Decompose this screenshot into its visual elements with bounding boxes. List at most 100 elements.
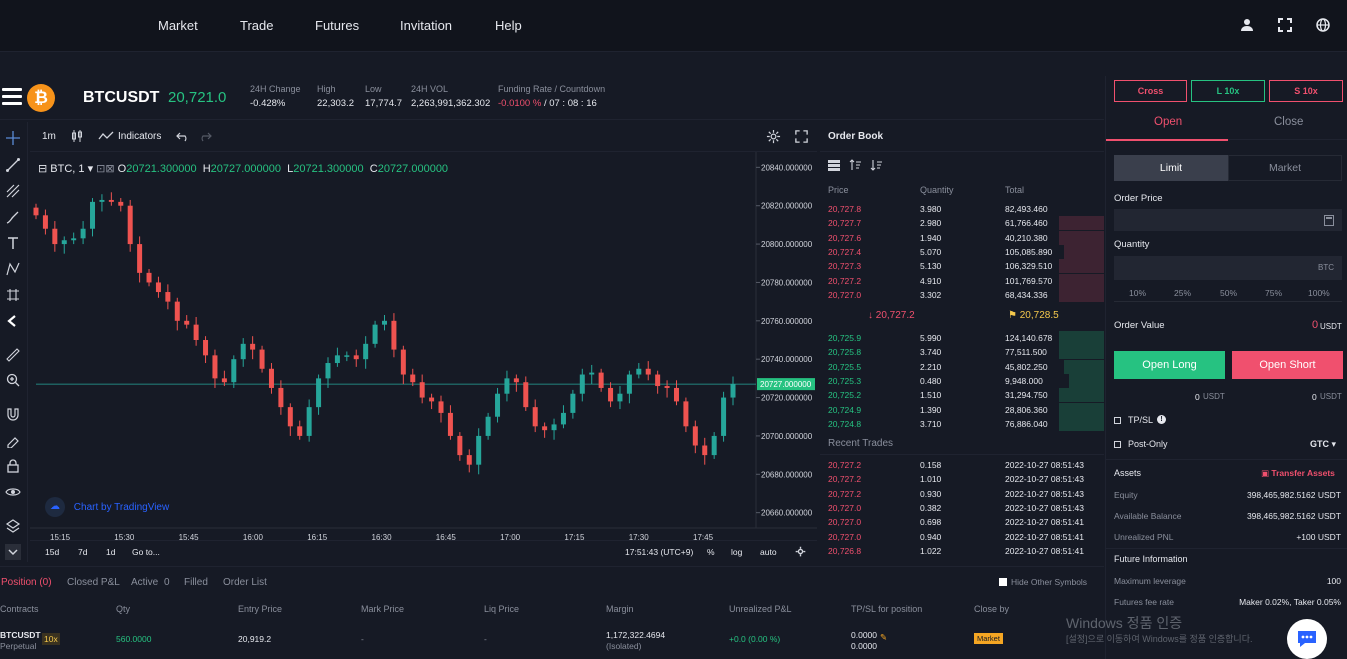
redo-icon[interactable]	[198, 129, 212, 143]
trade-row[interactable]: 20,727.2 1.010 2022-10-27 08:51:43	[820, 472, 1104, 486]
candle-body[interactable]	[118, 201, 124, 206]
edit-tpsl-icon[interactable]: ✎	[880, 632, 887, 643]
margin-mode-button[interactable]: Cross	[1114, 80, 1187, 102]
settings-gear-icon[interactable]	[766, 129, 781, 144]
brush-icon[interactable]	[5, 209, 21, 225]
candle-body[interactable]	[137, 244, 143, 273]
tradingview-brand[interactable]: ☁ Chart by TradingView	[45, 497, 169, 517]
candle-body[interactable]	[532, 407, 538, 427]
price-chart[interactable]: 1m Indicators 20840.000000 20820.000000 20…	[30, 122, 817, 562]
candle-body[interactable]	[551, 424, 557, 431]
candle-body[interactable]	[42, 215, 48, 229]
calculator-icon[interactable]	[1324, 215, 1334, 226]
fullscreen-icon[interactable]	[794, 129, 809, 144]
candle-body[interactable]	[184, 320, 190, 325]
short-leverage-button[interactable]: S 10x	[1269, 80, 1343, 102]
trendline-icon[interactable]	[5, 157, 21, 173]
hide-other-checkbox[interactable]	[999, 578, 1007, 586]
candle-body[interactable]	[429, 397, 435, 402]
candle-body[interactable]	[363, 343, 369, 360]
trade-row[interactable]: 20,726.8 1.022 2022-10-27 08:51:41	[820, 544, 1104, 558]
book-bids-icon[interactable]	[870, 159, 882, 171]
range-15d[interactable]: 15d	[45, 547, 59, 557]
candle-body[interactable]	[495, 393, 501, 417]
ask-row[interactable]: 20,727.0 3.302 68,434.336	[820, 287, 1104, 302]
close-by-market-button[interactable]: Market	[974, 633, 1003, 644]
candle-body[interactable]	[438, 401, 444, 413]
tab-order-list[interactable]: Order List	[223, 577, 267, 588]
ask-row[interactable]: 20,727.7 2.980 61,766.460	[820, 216, 1104, 231]
undo-icon[interactable]	[176, 129, 190, 143]
trade-row[interactable]: 20,727.2 0.930 2022-10-27 08:51:43	[820, 487, 1104, 501]
text-icon[interactable]	[5, 235, 21, 251]
candle-body[interactable]	[165, 292, 171, 302]
candle-body[interactable]	[268, 368, 274, 388]
candle-body[interactable]	[259, 349, 265, 369]
candle-body[interactable]	[419, 382, 425, 398]
candle-body[interactable]	[664, 386, 670, 388]
candle-body[interactable]	[645, 368, 651, 375]
pct-50[interactable]: 50%	[1220, 288, 1237, 298]
ruler-icon[interactable]	[5, 347, 21, 363]
candle-body[interactable]	[504, 378, 510, 394]
auto-scale[interactable]: auto	[760, 547, 777, 557]
candle-body[interactable]	[71, 238, 77, 241]
candle-body[interactable]	[513, 378, 519, 383]
candle-body[interactable]	[61, 240, 67, 245]
book-asks-icon[interactable]	[849, 159, 861, 171]
bid-row[interactable]: 20,725.3 0.480 9,948.000	[820, 373, 1104, 388]
chat-button[interactable]	[1287, 619, 1327, 659]
ask-row[interactable]: 20,727.3 5.130 106,329.510	[820, 259, 1104, 274]
log-scale[interactable]: log	[731, 547, 742, 557]
transfer-assets-link[interactable]: ▣ Transfer Assets	[1261, 468, 1335, 479]
candle-body[interactable]	[617, 393, 623, 402]
time-in-force-select[interactable]: GTC ▾	[1310, 439, 1336, 450]
candle-body[interactable]	[240, 343, 246, 360]
trade-row[interactable]: 20,727.0 0.698 2022-10-27 08:51:41	[820, 515, 1104, 529]
candle-body[interactable]	[80, 228, 86, 239]
candle-body[interactable]	[683, 401, 689, 427]
candle-body[interactable]	[400, 349, 406, 375]
book-both-icon[interactable]	[828, 160, 840, 171]
menu-icon[interactable]	[2, 88, 22, 106]
ask-row[interactable]: 20,727.6 1.940 40,210.380	[820, 230, 1104, 245]
lock-icon[interactable]	[5, 458, 21, 474]
bid-row[interactable]: 20,725.9 5.990 124,140.678	[820, 331, 1104, 345]
candle-body[interactable]	[33, 207, 39, 216]
indicators-icon[interactable]	[98, 130, 114, 142]
lock-drawing-icon[interactable]	[5, 432, 21, 448]
candle-body[interactable]	[231, 359, 237, 383]
measure-tool-icon[interactable]	[5, 287, 21, 303]
tab-active[interactable]: Active	[131, 577, 158, 588]
candle-body[interactable]	[90, 201, 96, 229]
order-price-input[interactable]	[1114, 209, 1342, 231]
range-7d[interactable]: 7d	[78, 547, 87, 557]
tab-closed-pnl[interactable]: Closed P&L	[67, 577, 120, 588]
pct-25[interactable]: 25%	[1174, 288, 1191, 298]
candle-body[interactable]	[306, 407, 312, 436]
candle-body[interactable]	[655, 374, 661, 387]
nav-help[interactable]: Help	[495, 18, 522, 33]
trade-row[interactable]: 20,727.0 0.382 2022-10-27 08:51:43	[820, 501, 1104, 515]
candle-body[interactable]	[344, 355, 350, 357]
fib-icon[interactable]	[5, 183, 21, 199]
candle-body[interactable]	[146, 272, 152, 283]
candle-body[interactable]	[325, 363, 331, 379]
candle-body[interactable]	[560, 412, 566, 425]
candle-body[interactable]	[702, 445, 708, 456]
limit-tab[interactable]: Limit	[1114, 155, 1228, 181]
ask-row[interactable]: 20,727.8 3.980 82,493.460	[820, 202, 1104, 216]
nav-market[interactable]: Market	[158, 18, 198, 33]
candle-body[interactable]	[353, 355, 359, 360]
tab-open[interactable]: Open	[1154, 116, 1182, 128]
pct-75[interactable]: 75%	[1265, 288, 1282, 298]
back-arrow-icon[interactable]	[5, 313, 21, 329]
tab-position[interactable]: Position (0)	[1, 577, 52, 588]
nav-futures[interactable]: Futures	[315, 18, 359, 33]
candle-body[interactable]	[382, 320, 387, 325]
pct-100[interactable]: 100%	[1308, 288, 1330, 298]
symbol-name[interactable]: BTCUSDT	[83, 89, 159, 107]
candle-body[interactable]	[579, 374, 585, 394]
bid-row[interactable]: 20,725.2 1.510 31,294.750	[820, 388, 1104, 403]
post-only-checkbox[interactable]	[1114, 441, 1121, 448]
